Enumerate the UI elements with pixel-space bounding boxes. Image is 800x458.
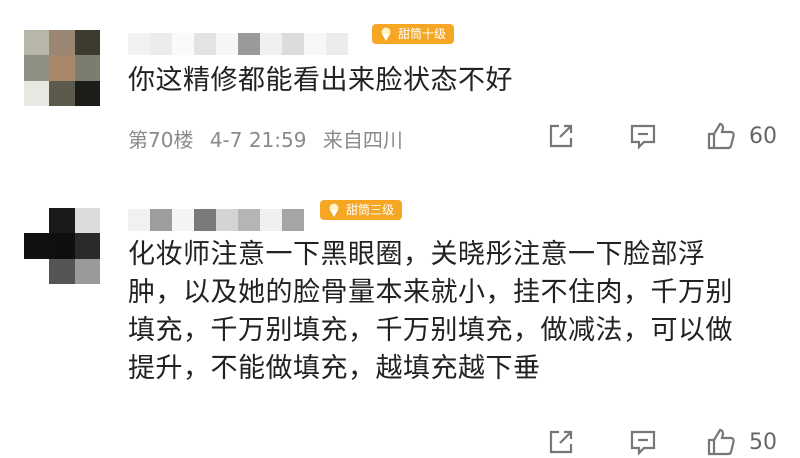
reply-icon[interactable] [627,426,659,458]
location: 来自四川 [322,128,403,152]
level-badge: 甜筒三级 [320,200,403,220]
comment-text-line: 填充，千万别填充，千万别填充，做减法，可以做 [128,315,733,346]
action-bar: 60 [545,120,777,152]
username[interactable] [128,209,304,231]
ice-cream-icon [329,203,339,217]
comment-text-line: 化妆师注意一下黑眼圈，关晓彤注意一下脸部浮 [128,239,706,270]
comment-text: 你这精修都能看出来脸状态不好 [128,65,513,96]
username[interactable] [128,33,348,55]
like-count: 60 [749,123,777,149]
share-icon[interactable] [545,426,577,458]
action-bar: 50 [545,426,777,458]
comment-text: 化妆师注意一下黑眼圈，关晓彤注意一下脸部浮 肿，以及她的脸骨量本来就小，挂不住肉… [128,236,778,388]
avatar[interactable] [24,30,100,106]
comment-item: 甜筒三级 化妆师注意一下黑眼圈，关晓彤注意一下脸部浮 肿，以及她的脸骨量本来就小… [0,180,800,458]
comment-text-line: 提升，不能做填充，越填充越下垂 [128,353,541,384]
timestamp: 4-7 21:59 [209,128,307,152]
comment-meta: 第70楼 4-7 21:59 来自四川 [128,124,403,153]
like-count: 50 [749,429,777,455]
level-badge: 甜筒十级 [372,24,455,44]
thumbs-up-icon[interactable] [705,426,737,458]
avatar[interactable] [24,208,100,284]
reply-icon[interactable] [627,120,659,152]
floor-number: 第70楼 [128,128,194,152]
share-icon[interactable] [545,120,577,152]
comment-item: 甜筒十级 你这精修都能看出来脸状态不好 第70楼 4-7 21:59 来自四川 … [0,0,800,180]
comment-text-line: 肿，以及她的脸骨量本来就小，挂不住肉，千万别 [128,277,733,308]
ice-cream-icon [381,27,391,41]
thumbs-up-icon[interactable] [705,120,737,152]
